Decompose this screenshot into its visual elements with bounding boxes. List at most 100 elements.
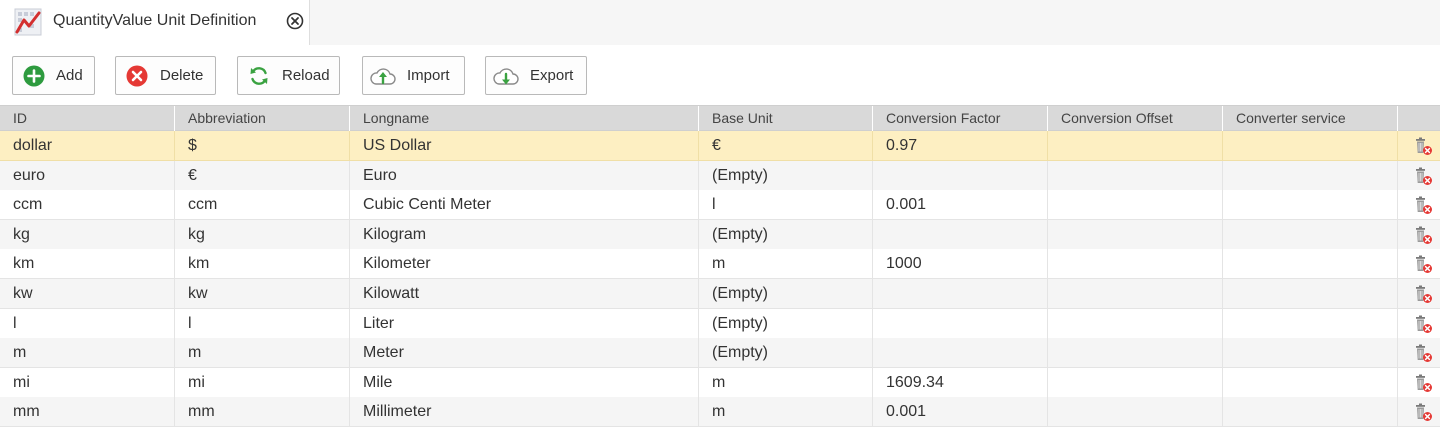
cell-conversion-offset[interactable] — [1048, 190, 1223, 220]
cell-id[interactable]: km — [0, 249, 175, 279]
cell-conversion-factor[interactable]: 1609.34 — [873, 368, 1048, 398]
cell-conversion-offset[interactable] — [1048, 279, 1223, 309]
cell-conversion-offset[interactable] — [1048, 131, 1223, 161]
cell-id[interactable]: euro — [0, 161, 175, 191]
table-row[interactable]: l l Liter (Empty) — [0, 309, 1440, 339]
cell-longname[interactable]: Meter — [350, 338, 699, 368]
cell-base-unit[interactable]: (Empty) — [699, 161, 873, 191]
cell-conversion-factor[interactable]: 0.97 — [873, 131, 1048, 161]
cell-abbreviation[interactable]: ccm — [175, 190, 350, 220]
cell-conversion-offset[interactable] — [1048, 161, 1223, 191]
table-row[interactable]: dollar $ US Dollar €0.97 — [0, 131, 1440, 161]
cell-longname[interactable]: Cubic Centi Meter — [350, 190, 699, 220]
cell-conversion-offset[interactable] — [1048, 338, 1223, 368]
cell-converter-service[interactable] — [1223, 131, 1398, 161]
cell-abbreviation[interactable]: € — [175, 161, 350, 191]
cell-conversion-factor[interactable]: 1000 — [873, 249, 1048, 279]
add-button[interactable]: Add — [12, 56, 95, 95]
table-row[interactable]: ccm ccm Cubic Centi Meter l 0.001 — [0, 190, 1440, 220]
delete-row-icon[interactable] — [1413, 196, 1433, 215]
cell-base-unit[interactable]: (Empty) — [699, 279, 873, 309]
table-row[interactable]: euro € Euro (Empty) — [0, 161, 1440, 191]
cell-conversion-offset[interactable] — [1048, 309, 1223, 339]
cell-conversion-factor[interactable] — [873, 161, 1048, 191]
cell-converter-service[interactable] — [1223, 368, 1398, 398]
column-header-longname[interactable]: Longname — [350, 106, 699, 132]
cell-conversion-offset[interactable] — [1048, 368, 1223, 398]
delete-row-icon[interactable] — [1413, 226, 1433, 245]
column-header-conversion-offset[interactable]: Conversion Offset — [1048, 106, 1223, 132]
table-row[interactable]: km km Kilometer m 1000 — [0, 249, 1440, 279]
cell-converter-service[interactable] — [1223, 279, 1398, 309]
cell-id[interactable]: kg — [0, 220, 175, 250]
delete-row-icon[interactable] — [1413, 255, 1433, 274]
cell-id[interactable]: kw — [0, 279, 175, 309]
cell-conversion-offset[interactable] — [1048, 249, 1223, 279]
cell-longname[interactable]: US Dollar — [350, 131, 699, 161]
export-button[interactable]: Export — [485, 56, 587, 95]
table-row[interactable]: mm mm Millimeter m 0.001 — [0, 397, 1440, 427]
delete-row-icon[interactable] — [1413, 137, 1433, 156]
column-header-converter-service[interactable]: Converter service — [1223, 106, 1398, 132]
cell-base-unit[interactable]: m — [699, 397, 873, 427]
delete-row-icon[interactable] — [1413, 344, 1433, 363]
reload-button[interactable]: Reload — [237, 56, 340, 95]
cell-id[interactable]: mm — [0, 397, 175, 427]
cell-base-unit[interactable]: € — [699, 131, 873, 161]
cell-conversion-factor[interactable]: 0.001 — [873, 397, 1048, 427]
table-row[interactable]: m m Meter (Empty) — [0, 338, 1440, 368]
cell-longname[interactable]: Kilowatt — [350, 279, 699, 309]
cell-conversion-offset[interactable] — [1048, 397, 1223, 427]
cell-conversion-factor[interactable] — [873, 338, 1048, 368]
cell-conversion-factor[interactable] — [873, 279, 1048, 309]
cell-longname[interactable]: Millimeter — [350, 397, 699, 427]
cell-id[interactable]: mi — [0, 368, 175, 398]
cell-abbreviation[interactable]: kg — [175, 220, 350, 250]
cell-abbreviation[interactable]: mm — [175, 397, 350, 427]
cell-converter-service[interactable] — [1223, 249, 1398, 279]
cell-id[interactable]: dollar — [0, 131, 175, 161]
cell-base-unit[interactable]: m — [699, 368, 873, 398]
delete-row-icon[interactable] — [1413, 167, 1433, 186]
delete-row-icon[interactable] — [1413, 403, 1433, 422]
column-header-id[interactable]: ID — [0, 106, 175, 132]
cell-converter-service[interactable] — [1223, 397, 1398, 427]
column-header-abbreviation[interactable]: Abbreviation — [175, 106, 350, 132]
cell-base-unit[interactable]: l — [699, 190, 873, 220]
cell-conversion-factor[interactable]: 0.001 — [873, 190, 1048, 220]
delete-button[interactable]: Delete — [115, 56, 216, 95]
table-row[interactable]: kg kg Kilogram (Empty) — [0, 220, 1440, 250]
delete-row-icon[interactable] — [1413, 285, 1433, 304]
cell-conversion-factor[interactable] — [873, 309, 1048, 339]
cell-abbreviation[interactable]: l — [175, 309, 350, 339]
cell-converter-service[interactable] — [1223, 161, 1398, 191]
cell-converter-service[interactable] — [1223, 338, 1398, 368]
cell-conversion-factor[interactable] — [873, 220, 1048, 250]
import-button[interactable]: Import — [362, 56, 465, 95]
cell-abbreviation[interactable]: kw — [175, 279, 350, 309]
delete-row-icon[interactable] — [1413, 315, 1433, 334]
cell-longname[interactable]: Kilogram — [350, 220, 699, 250]
cell-converter-service[interactable] — [1223, 190, 1398, 220]
cell-longname[interactable]: Mile — [350, 368, 699, 398]
column-header-conversion-factor[interactable]: Conversion Factor — [873, 106, 1048, 132]
cell-converter-service[interactable] — [1223, 220, 1398, 250]
cell-abbreviation[interactable]: $ — [175, 131, 350, 161]
table-row[interactable]: kw kw Kilowatt (Empty) — [0, 279, 1440, 309]
cell-id[interactable]: m — [0, 338, 175, 368]
cell-abbreviation[interactable]: m — [175, 338, 350, 368]
cell-longname[interactable]: Euro — [350, 161, 699, 191]
cell-longname[interactable]: Kilometer — [350, 249, 699, 279]
cell-base-unit[interactable]: (Empty) — [699, 338, 873, 368]
table-row[interactable]: mi mi Mile m 1609.34 — [0, 368, 1440, 398]
cell-id[interactable]: ccm — [0, 190, 175, 220]
cell-longname[interactable]: Liter — [350, 309, 699, 339]
cell-base-unit[interactable]: m — [699, 249, 873, 279]
cell-base-unit[interactable]: (Empty) — [699, 220, 873, 250]
cell-abbreviation[interactable]: km — [175, 249, 350, 279]
close-icon[interactable] — [286, 12, 304, 30]
tab-quantityvalue-unit-definition[interactable]: QuantityValue Unit Definition — [0, 0, 310, 45]
cell-conversion-offset[interactable] — [1048, 220, 1223, 250]
cell-id[interactable]: l — [0, 309, 175, 339]
cell-base-unit[interactable]: (Empty) — [699, 309, 873, 339]
